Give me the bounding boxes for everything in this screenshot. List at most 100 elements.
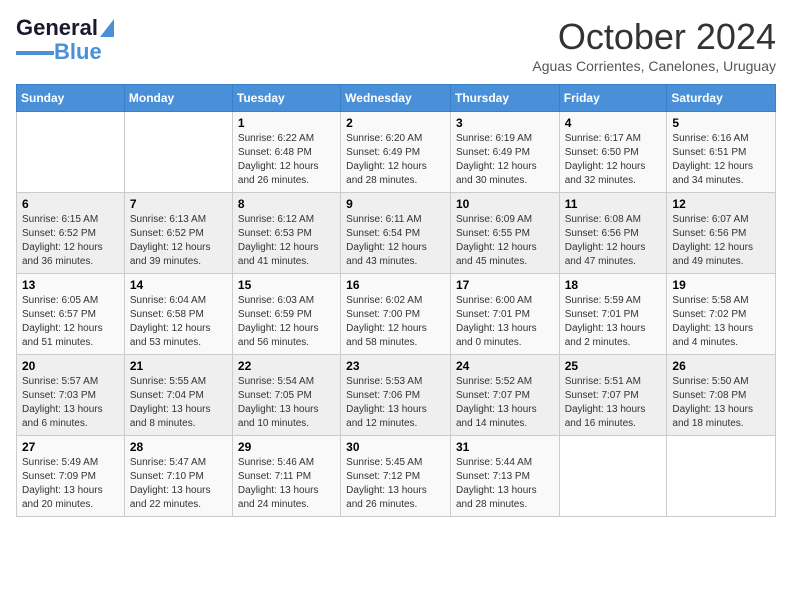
sunrise-text: Sunrise: 6:00 AM	[456, 295, 532, 306]
day-number: 12	[672, 197, 770, 211]
sunrise-text: Sunrise: 5:44 AM	[456, 457, 532, 468]
calendar-week-row: 27Sunrise: 5:49 AMSunset: 7:09 PMDayligh…	[17, 436, 776, 517]
daylight-text: Daylight: 13 hours and 28 minutes.	[456, 485, 537, 510]
cell-sun-info: Sunrise: 5:59 AMSunset: 7:01 PMDaylight:…	[565, 294, 662, 350]
sunset-text: Sunset: 7:07 PM	[456, 390, 530, 401]
sunrise-text: Sunrise: 5:45 AM	[346, 457, 422, 468]
daylight-text: Daylight: 13 hours and 18 minutes.	[672, 404, 753, 429]
day-header-monday: Monday	[124, 85, 232, 112]
daylight-text: Daylight: 13 hours and 16 minutes.	[565, 404, 646, 429]
cell-sun-info: Sunrise: 5:58 AMSunset: 7:02 PMDaylight:…	[672, 294, 770, 350]
title-section: October 2024 Aguas Corrientes, Canelones…	[532, 16, 776, 74]
sunrise-text: Sunrise: 5:51 AM	[565, 376, 641, 387]
cell-sun-info: Sunrise: 5:47 AMSunset: 7:10 PMDaylight:…	[130, 456, 227, 512]
calendar-cell	[124, 112, 232, 193]
sunrise-text: Sunrise: 5:46 AM	[238, 457, 314, 468]
calendar-cell: 21Sunrise: 5:55 AMSunset: 7:04 PMDayligh…	[124, 355, 232, 436]
day-number: 5	[672, 116, 770, 130]
daylight-text: Daylight: 13 hours and 24 minutes.	[238, 485, 319, 510]
location-subtitle: Aguas Corrientes, Canelones, Uruguay	[532, 58, 776, 74]
calendar-cell: 6Sunrise: 6:15 AMSunset: 6:52 PMDaylight…	[17, 193, 125, 274]
day-header-tuesday: Tuesday	[232, 85, 340, 112]
day-number: 2	[346, 116, 445, 130]
cell-sun-info: Sunrise: 5:57 AMSunset: 7:03 PMDaylight:…	[22, 375, 119, 431]
calendar-cell: 30Sunrise: 5:45 AMSunset: 7:12 PMDayligh…	[341, 436, 451, 517]
cell-sun-info: Sunrise: 6:08 AMSunset: 6:56 PMDaylight:…	[565, 213, 662, 269]
day-header-wednesday: Wednesday	[341, 85, 451, 112]
sunrise-text: Sunrise: 6:03 AM	[238, 295, 314, 306]
sunset-text: Sunset: 7:06 PM	[346, 390, 420, 401]
sunset-text: Sunset: 6:59 PM	[238, 309, 312, 320]
sunset-text: Sunset: 7:08 PM	[672, 390, 746, 401]
day-number: 6	[22, 197, 119, 211]
day-number: 10	[456, 197, 554, 211]
logo: General Blue	[16, 16, 114, 64]
calendar-week-row: 1Sunrise: 6:22 AMSunset: 6:48 PMDaylight…	[17, 112, 776, 193]
calendar-header-row: SundayMondayTuesdayWednesdayThursdayFrid…	[17, 85, 776, 112]
day-header-thursday: Thursday	[450, 85, 559, 112]
daylight-text: Daylight: 12 hours and 41 minutes.	[238, 242, 319, 267]
cell-sun-info: Sunrise: 6:03 AMSunset: 6:59 PMDaylight:…	[238, 294, 335, 350]
calendar-week-row: 13Sunrise: 6:05 AMSunset: 6:57 PMDayligh…	[17, 274, 776, 355]
sunset-text: Sunset: 7:10 PM	[130, 471, 204, 482]
day-number: 29	[238, 440, 335, 454]
sunset-text: Sunset: 6:57 PM	[22, 309, 96, 320]
day-number: 25	[565, 359, 662, 373]
sunset-text: Sunset: 7:07 PM	[565, 390, 639, 401]
sunrise-text: Sunrise: 6:15 AM	[22, 214, 98, 225]
sunset-text: Sunset: 6:58 PM	[130, 309, 204, 320]
day-number: 18	[565, 278, 662, 292]
calendar-cell: 9Sunrise: 6:11 AMSunset: 6:54 PMDaylight…	[341, 193, 451, 274]
cell-sun-info: Sunrise: 6:16 AM Sunset: 6:51 PM Daylight:…	[672, 132, 770, 188]
sunrise-text: Sunrise: 6:16 AM	[672, 133, 748, 144]
calendar-table: SundayMondayTuesdayWednesdayThursdayFrid…	[16, 84, 776, 517]
daylight-text: Daylight: 13 hours and 26 minutes.	[346, 485, 427, 510]
daylight-text: Daylight: 13 hours and 14 minutes.	[456, 404, 537, 429]
logo-triangle-icon	[100, 19, 114, 37]
sunrise-text: Sunrise: 5:52 AM	[456, 376, 532, 387]
cell-sun-info: Sunrise: 5:51 AM Sunset: 7:07 PM Daylight:…	[565, 375, 662, 431]
sunset-text: Sunset: 7:11 PM	[238, 471, 311, 482]
sunrise-text: Sunrise: 5:50 AM	[672, 376, 748, 387]
sunset-text: Sunset: 6:56 PM	[672, 228, 746, 239]
cell-sun-info: Sunrise: 6:02 AMSunset: 7:00 PMDaylight:…	[346, 294, 445, 350]
daylight-text: Daylight: 12 hours and 47 minutes.	[565, 242, 646, 267]
sunrise-text: Sunrise: 5:59 AM	[565, 295, 641, 306]
calendar-week-row: 6 Sunrise: 6:15 AM Sunset: 6:52 PM Daylight…	[17, 193, 776, 274]
day-number: 21	[130, 359, 227, 373]
cell-sun-info: Sunrise: 5:50 AM Sunset: 7:08 PM Daylight:…	[672, 375, 770, 431]
sunrise-text: Sunrise: 6:12 AM	[238, 214, 314, 225]
daylight-text: Daylight: 12 hours and 51 minutes.	[22, 323, 103, 348]
day-header-saturday: Saturday	[667, 85, 776, 112]
sunset-text: Sunset: 6:56 PM	[565, 228, 639, 239]
logo-text-blue: Blue	[54, 40, 102, 64]
sunset-text: Sunset: 7:01 PM	[565, 309, 639, 320]
calendar-cell	[17, 112, 125, 193]
sunset-text: Sunset: 6:52 PM	[130, 228, 204, 239]
sunset-text: Sunset: 7:09 PM	[22, 471, 96, 482]
day-number: 20	[22, 359, 119, 373]
day-number: 23	[346, 359, 445, 373]
calendar-cell	[559, 436, 667, 517]
sunset-text: Sunset: 6:49 PM	[456, 147, 530, 158]
calendar-cell: 10Sunrise: 6:09 AMSunset: 6:55 PMDayligh…	[450, 193, 559, 274]
cell-sun-info: Sunrise: 6:17 AMSunset: 6:50 PMDaylight:…	[565, 132, 662, 188]
sunset-text: Sunset: 7:05 PM	[238, 390, 312, 401]
sunrise-text: Sunrise: 5:57 AM	[22, 376, 98, 387]
logo-blue-bar	[16, 51, 54, 55]
daylight-text: Daylight: 12 hours and 53 minutes.	[130, 323, 211, 348]
daylight-text: Daylight: 13 hours and 6 minutes.	[22, 404, 103, 429]
day-number: 28	[130, 440, 227, 454]
sunset-text: Sunset: 6:51 PM	[672, 147, 746, 158]
daylight-text: Daylight: 12 hours and 43 minutes.	[346, 242, 427, 267]
calendar-cell: 7Sunrise: 6:13 AMSunset: 6:52 PMDaylight…	[124, 193, 232, 274]
cell-sun-info: Sunrise: 6:07 AMSunset: 6:56 PMDaylight:…	[672, 213, 770, 269]
daylight-text: Daylight: 13 hours and 8 minutes.	[130, 404, 211, 429]
calendar-cell: 11Sunrise: 6:08 AMSunset: 6:56 PMDayligh…	[559, 193, 667, 274]
day-number: 24	[456, 359, 554, 373]
calendar-cell: 29 Sunrise: 5:46 AM Sunset: 7:11 PM Dayligh…	[232, 436, 340, 517]
daylight-text: Daylight: 13 hours and 10 minutes.	[238, 404, 319, 429]
sunrise-text: Sunrise: 6:04 AM	[130, 295, 206, 306]
day-number: 22	[238, 359, 335, 373]
daylight-text: Daylight: 12 hours and 34 minutes.	[672, 161, 753, 186]
